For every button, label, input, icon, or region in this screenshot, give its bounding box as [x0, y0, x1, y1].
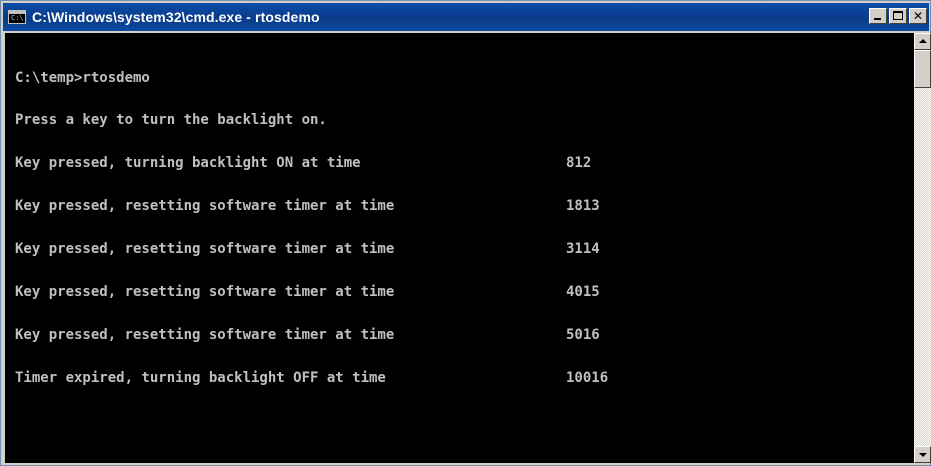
console-line: Press a key to turn the backlight on. — [15, 112, 914, 129]
console-line-text: Key pressed, resetting software timer at… — [15, 241, 395, 258]
console-line-text: Key pressed, resetting software timer at… — [15, 198, 395, 215]
title-bar[interactable]: C:\. C:\Windows\system32\cmd.exe - rtosd… — [3, 3, 929, 31]
console-line: Key pressed, resetting software timer at… — [15, 326, 914, 343]
minimize-button[interactable] — [869, 8, 887, 24]
console-line-text: Press a key to turn the backlight on. — [15, 112, 327, 129]
console-output[interactable]: C:\temp>rtosdemo Press a key to turn the… — [5, 33, 914, 463]
console-line: Key pressed, resetting software timer at… — [15, 241, 914, 258]
console-line-text: Timer expired, turning backlight OFF at … — [15, 369, 386, 386]
console-line-text: Key pressed, resetting software timer at… — [15, 326, 395, 343]
scroll-down-button[interactable] — [914, 446, 931, 463]
console-line-text: Key pressed, resetting software timer at… — [15, 284, 395, 301]
console-line: Key pressed, turning backlight ON at tim… — [15, 155, 914, 172]
scrollbar-thumb[interactable] — [914, 50, 931, 88]
scrollbar-track[interactable] — [914, 33, 931, 463]
console-line: Key pressed, resetting software timer at… — [15, 198, 914, 215]
console-line-time: 10016 — [566, 369, 609, 386]
cmd-prompt-icon[interactable]: C:\. — [8, 10, 28, 24]
maximize-icon — [893, 11, 903, 20]
minimize-icon — [874, 18, 881, 20]
close-icon: ✕ — [912, 9, 924, 23]
console-line: C:\temp>rtosdemo — [15, 69, 914, 86]
maximize-button[interactable] — [889, 8, 907, 24]
window-controls: ✕ — [869, 8, 927, 24]
console-line: Key pressed, resetting software timer at… — [15, 284, 914, 301]
window-title: C:\Windows\system32\cmd.exe - rtosdemo — [32, 9, 320, 25]
scroll-up-button[interactable] — [914, 33, 931, 50]
cmd-window: C:\. C:\Windows\system32\cmd.exe - rtosd… — [0, 0, 931, 466]
console-line-time: 1813 — [566, 198, 600, 215]
scroll-up-arrow-icon — [919, 39, 927, 43]
console-line-time: 812 — [566, 155, 592, 172]
console-line-time: 3114 — [566, 241, 600, 258]
console-line: Timer expired, turning backlight OFF at … — [15, 369, 914, 386]
console-line-text: Key pressed, turning backlight ON at tim… — [15, 155, 361, 172]
close-button[interactable]: ✕ — [909, 8, 927, 24]
scroll-down-arrow-icon — [919, 453, 927, 457]
vertical-scrollbar[interactable] — [914, 33, 931, 463]
cmd-icon-text: C:\. — [11, 14, 28, 22]
console-line-time: 5016 — [566, 326, 600, 343]
console-line-text: C:\temp>rtosdemo — [15, 69, 150, 86]
console-line-time: 4015 — [566, 284, 600, 301]
console-text-area: C:\temp>rtosdemo Press a key to turn the… — [5, 33, 914, 414]
